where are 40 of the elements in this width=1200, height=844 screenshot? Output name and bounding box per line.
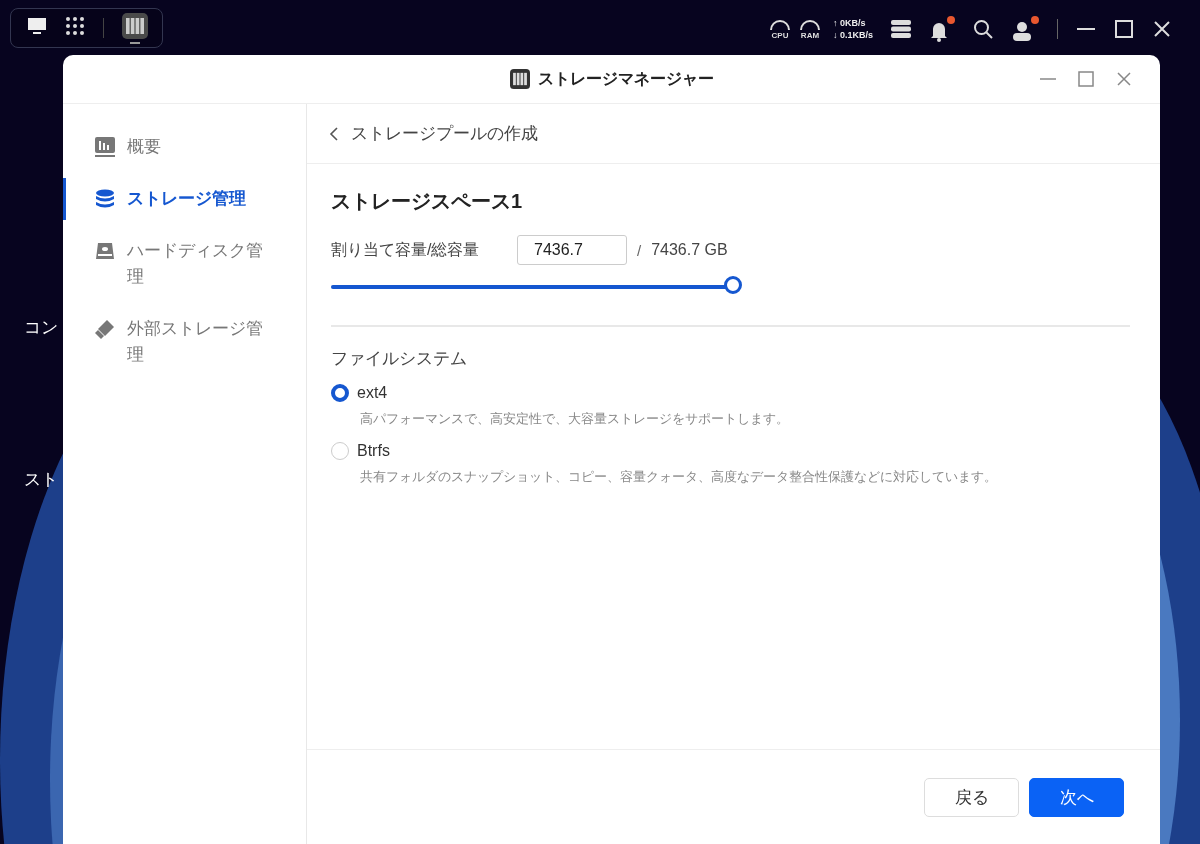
sidebar-item[interactable]: 外部ストレージ管理: [63, 312, 306, 372]
dock-app[interactable]: [122, 10, 148, 46]
radio-button[interactable]: [331, 384, 349, 402]
radio-label[interactable]: Btrfs: [357, 442, 390, 460]
desktop-icon-label[interactable]: スト: [24, 468, 58, 491]
chart-icon: [95, 137, 115, 157]
desktop-icon-label[interactable]: コン: [24, 316, 58, 339]
sidebar-item[interactable]: ハードディスク管理: [63, 234, 306, 294]
section-title: ストレージスペース1: [331, 189, 524, 214]
close-icon[interactable]: [1152, 19, 1172, 39]
storage-app-icon: [122, 12, 148, 39]
user-icon[interactable]: [1011, 20, 1033, 42]
usb-drive-icon: [95, 319, 115, 339]
page-title: ストレージプールの作成: [351, 123, 538, 145]
monitor-icon: [27, 16, 47, 35]
sidebar-item[interactable]: ストレージ管理: [63, 182, 306, 216]
download-speed: ↓ 0.1KB/s: [832, 29, 873, 41]
back-chevron-icon[interactable]: [329, 125, 339, 142]
sidebar-item[interactable]: 概要: [63, 130, 306, 164]
total-capacity: 7436.7 GB: [651, 241, 728, 259]
capacity-input[interactable]: 7436.7: [517, 235, 627, 265]
option-description: 高パフォーマンスで、高安定性で、大容量ストレージをサポートします。: [360, 410, 790, 428]
slider-thumb[interactable]: [724, 276, 742, 294]
search-icon[interactable]: [973, 19, 993, 39]
grid-icon: [65, 15, 85, 36]
section-label: ファイルシステム: [331, 348, 468, 370]
field-label: 割り当て容量/総容量: [331, 239, 481, 260]
upload-speed: ↑ 0KB/s: [832, 17, 867, 29]
back-button[interactable]: 戻る: [924, 777, 1019, 817]
ram-gauge[interactable]: RAM: [798, 18, 821, 40]
cpu-gauge[interactable]: CPU: [768, 18, 791, 40]
server-icon[interactable]: [891, 20, 911, 38]
next-button[interactable]: 次へ: [1029, 777, 1124, 817]
window-title: ストレージマネージャー: [537, 68, 714, 89]
option-description: 共有フォルダのスナップショット、コピー、容量クォータ、高度なデータ整合性保護などに対応しています。: [360, 468, 998, 486]
database-icon: [95, 189, 115, 209]
storage-app-icon: [509, 69, 530, 89]
radio-label[interactable]: ext4: [357, 384, 388, 402]
notification-bell-icon[interactable]: [929, 20, 949, 42]
separator-text: /: [637, 241, 642, 259]
